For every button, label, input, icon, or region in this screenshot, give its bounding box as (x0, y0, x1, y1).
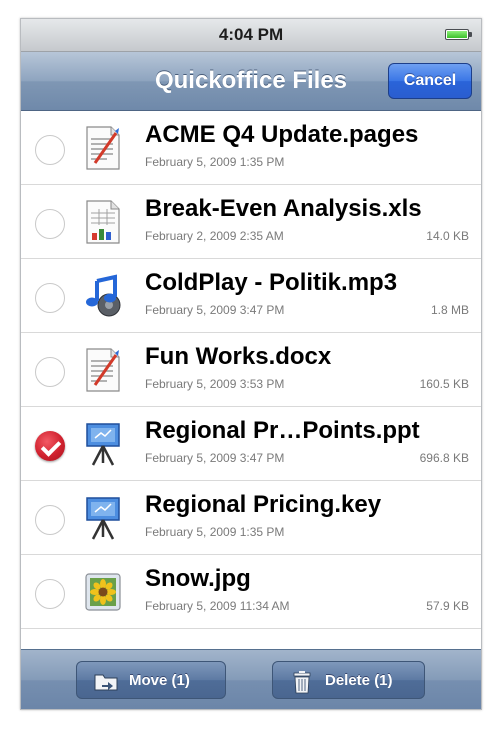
file-date: February 5, 2009 1:35 PM (145, 155, 285, 169)
file-name: Fun Works.docx (145, 343, 332, 370)
phone-screen: 4:04 PM Quickoffice Files Cancel ACME Q4… (20, 18, 482, 710)
file-date: February 2, 2009 2:35 AM (145, 229, 284, 243)
bottom-toolbar: Move (1) Delete (1) (21, 649, 481, 709)
checkmark-icon[interactable] (35, 431, 65, 461)
trash-icon (293, 671, 311, 694)
battery-icon (445, 29, 472, 40)
presentation-icon (86, 497, 120, 540)
file-row[interactable]: ACME Q4 Update.pages February 5, 2009 1:… (21, 111, 481, 185)
file-list: ACME Q4 Update.pages February 5, 2009 1:… (21, 111, 481, 629)
file-size: 1.8 MB (430, 303, 469, 317)
file-name: Break-Even Analysis.xls (145, 195, 422, 222)
file-size: 696.8 KB (419, 451, 469, 465)
file-name: Snow.jpg (145, 565, 251, 592)
presentation-icon (86, 423, 120, 466)
select-radio[interactable] (35, 283, 65, 313)
delete-label: Delete (1) (325, 672, 393, 689)
select-radio[interactable] (35, 357, 65, 387)
file-size: 14.0 KB (426, 229, 469, 243)
select-radio[interactable] (35, 209, 65, 239)
select-radio[interactable] (35, 505, 65, 535)
file-size: 160.5 KB (419, 377, 469, 391)
file-row[interactable]: ColdPlay - Politik.mp3 February 5, 2009 … (21, 259, 481, 333)
document-icon (86, 126, 120, 170)
status-bar: 4:04 PM (21, 19, 481, 52)
move-button[interactable]: Move (1) (76, 661, 226, 699)
file-row[interactable]: Regional Pr…Points.ppt February 5, 2009 … (21, 407, 481, 481)
file-row[interactable]: Fun Works.docx February 5, 2009 3:53 PM … (21, 333, 481, 407)
status-time: 4:04 PM (218, 25, 284, 44)
navigation-bar: Quickoffice Files Cancel (21, 52, 481, 111)
file-size: 57.9 KB (426, 599, 469, 613)
file-date: February 5, 2009 11:34 AM (145, 599, 290, 613)
file-row[interactable]: Regional Pricing.key February 5, 2009 1:… (21, 481, 481, 555)
document-icon (86, 348, 120, 392)
select-radio[interactable] (35, 135, 65, 165)
select-radio[interactable] (35, 579, 65, 609)
cancel-button[interactable]: Cancel (388, 63, 472, 99)
image-icon (85, 573, 121, 611)
file-name: ColdPlay - Politik.mp3 (145, 269, 398, 296)
file-name: Regional Pricing.key (145, 491, 382, 518)
move-folder-icon (94, 674, 118, 691)
file-row[interactable]: Snow.jpg February 5, 2009 11:34 AM 57.9 … (21, 555, 481, 629)
delete-button[interactable]: Delete (1) (272, 661, 425, 699)
file-date: February 5, 2009 3:47 PM (145, 303, 285, 317)
file-date: February 5, 2009 3:47 PM (145, 451, 285, 465)
move-label: Move (1) (129, 672, 190, 689)
file-date: February 5, 2009 3:53 PM (145, 377, 285, 391)
file-date: February 5, 2009 1:35 PM (145, 525, 285, 539)
file-row[interactable]: Break-Even Analysis.xls February 2, 2009… (21, 185, 481, 259)
file-name: Regional Pr…Points.ppt (145, 417, 420, 444)
file-name: ACME Q4 Update.pages (145, 121, 419, 148)
spreadsheet-icon (86, 200, 120, 244)
music-icon (86, 274, 121, 317)
